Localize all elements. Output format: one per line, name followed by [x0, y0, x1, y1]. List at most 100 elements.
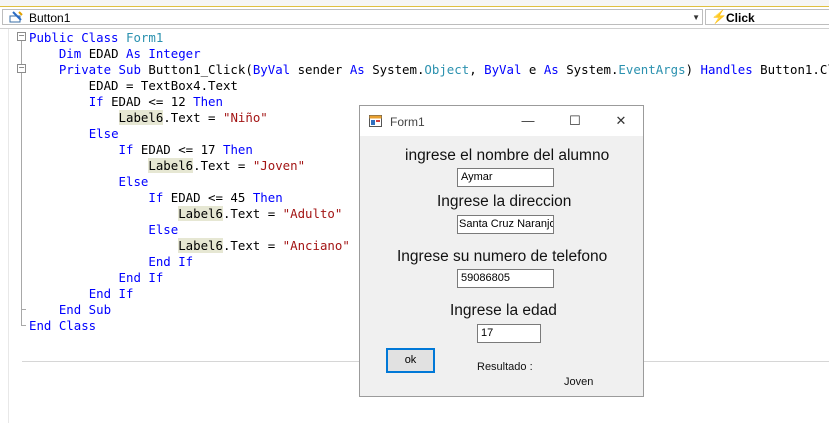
chevron-down-icon[interactable]: ▼ — [692, 10, 700, 26]
code-token: Else — [88, 126, 119, 141]
maximize-icon[interactable]: ☐ — [560, 112, 590, 130]
minimize-icon[interactable]: — — [513, 112, 543, 130]
code-token: End Class — [29, 318, 97, 333]
code-token: End If — [88, 286, 134, 301]
code-token: If — [88, 94, 104, 109]
code-token: ) — [685, 62, 701, 77]
outline-guide-end — [21, 325, 26, 326]
edad-label: Ingrese la edad — [450, 302, 557, 319]
button-control-icon — [9, 11, 23, 23]
code-token: EDAD — [81, 46, 126, 61]
highlighted-reference: Label6 — [148, 158, 194, 173]
code-token: End If — [148, 254, 194, 269]
code-token: Else — [118, 174, 149, 189]
code-token: .Text = — [222, 206, 283, 221]
code-token: Then — [193, 94, 223, 109]
code-token: As — [543, 62, 559, 77]
code-line[interactable]: EDAD = TextBox4.Text — [29, 78, 829, 94]
telefono-input[interactable]: 59086805 — [457, 269, 554, 288]
code-token: System. — [364, 62, 425, 77]
event-dropdown[interactable]: ⚡ Click — [705, 9, 829, 25]
code-token: .Text = — [163, 110, 223, 125]
code-token: "Niño" — [222, 110, 268, 125]
highlighted-reference: Label6 — [178, 238, 223, 253]
code-token: EventArgs — [618, 62, 686, 77]
outline-guide — [21, 41, 22, 325]
code-token: If — [148, 190, 164, 205]
collapse-class-icon[interactable]: − — [17, 32, 26, 41]
object-dropdown-value: Button1 — [29, 11, 71, 25]
code-navigation-bar: Button1 ▼ ⚡ Click — [0, 7, 829, 29]
code-token: , — [469, 62, 485, 77]
code-token: As Integer — [126, 46, 201, 61]
code-token: .Text = — [222, 238, 283, 253]
close-icon[interactable]: ✕ — [606, 112, 636, 130]
window-title-bar[interactable]: Form1 — ☐ ✕ — [360, 106, 643, 136]
code-token: EDAD <= 12 — [103, 94, 194, 109]
code-token: If — [118, 142, 134, 157]
telefono-label: Ingrese su numero de telefono — [397, 248, 608, 265]
highlighted-reference: Label6 — [118, 110, 164, 125]
indicator-margin — [0, 29, 9, 423]
direccion-input[interactable]: Santa Cruz Naranjos — [457, 215, 554, 234]
code-token: End If — [118, 270, 164, 285]
code-line[interactable]: Public Class Form1 — [29, 30, 829, 46]
code-token: .Text = — [193, 158, 253, 173]
highlighted-reference: Label6 — [178, 206, 223, 221]
code-token: ByVal — [484, 62, 522, 77]
ide-top-strip — [0, 0, 829, 7]
nombre-input[interactable]: Aymar — [457, 168, 554, 187]
code-token: Button1.Click — [760, 62, 829, 77]
code-token: EDAD <= 45 — [163, 190, 253, 205]
code-token: "Adulto" — [282, 206, 343, 221]
code-token: EDAD <= 17 — [133, 142, 223, 157]
outline-guide-end — [21, 309, 26, 310]
event-dropdown-value: Click — [726, 11, 755, 25]
resultado-value: Joven — [564, 376, 594, 388]
code-line[interactable]: Private Sub Button1_Click(ByVal sender A… — [29, 62, 829, 78]
code-token: Dim — [58, 46, 82, 61]
ok-button[interactable]: ok — [386, 348, 435, 373]
code-token: EDAD = TextBox4.Text — [29, 78, 238, 93]
nombre-label: ingrese el nombre del alumno — [405, 147, 610, 164]
object-dropdown[interactable]: Button1 ▼ — [2, 9, 703, 25]
edad-input[interactable]: 17 — [477, 324, 541, 343]
form-app-icon — [369, 115, 382, 127]
code-token: sender — [290, 62, 350, 77]
code-token: Public Class — [29, 30, 126, 45]
code-token: Form1 — [125, 30, 164, 45]
code-token: Object — [424, 62, 470, 77]
collapse-sub-icon[interactable]: − — [17, 64, 26, 73]
form1-window: Form1 — ☐ ✕ ingrese el nombre del alumno… — [359, 105, 644, 397]
lightning-icon: ⚡ — [711, 9, 728, 24]
code-token: As — [349, 62, 365, 77]
code-token: Then — [222, 142, 253, 157]
code-token: "Anciano" — [282, 238, 350, 253]
code-token: System. — [558, 62, 619, 77]
direccion-label: Ingrese la direccion — [437, 193, 572, 210]
code-token: Button1_Click( — [140, 62, 253, 77]
code-token: Handles — [700, 62, 753, 77]
code-token: ByVal — [252, 62, 291, 77]
code-token: "Joven" — [252, 158, 306, 173]
code-line[interactable]: Dim EDAD As Integer — [29, 46, 829, 62]
window-title: Form1 — [390, 115, 425, 129]
code-token: End Sub — [58, 302, 112, 317]
resultado-label: Resultado : — [477, 361, 533, 373]
code-token: Private Sub — [58, 62, 141, 77]
